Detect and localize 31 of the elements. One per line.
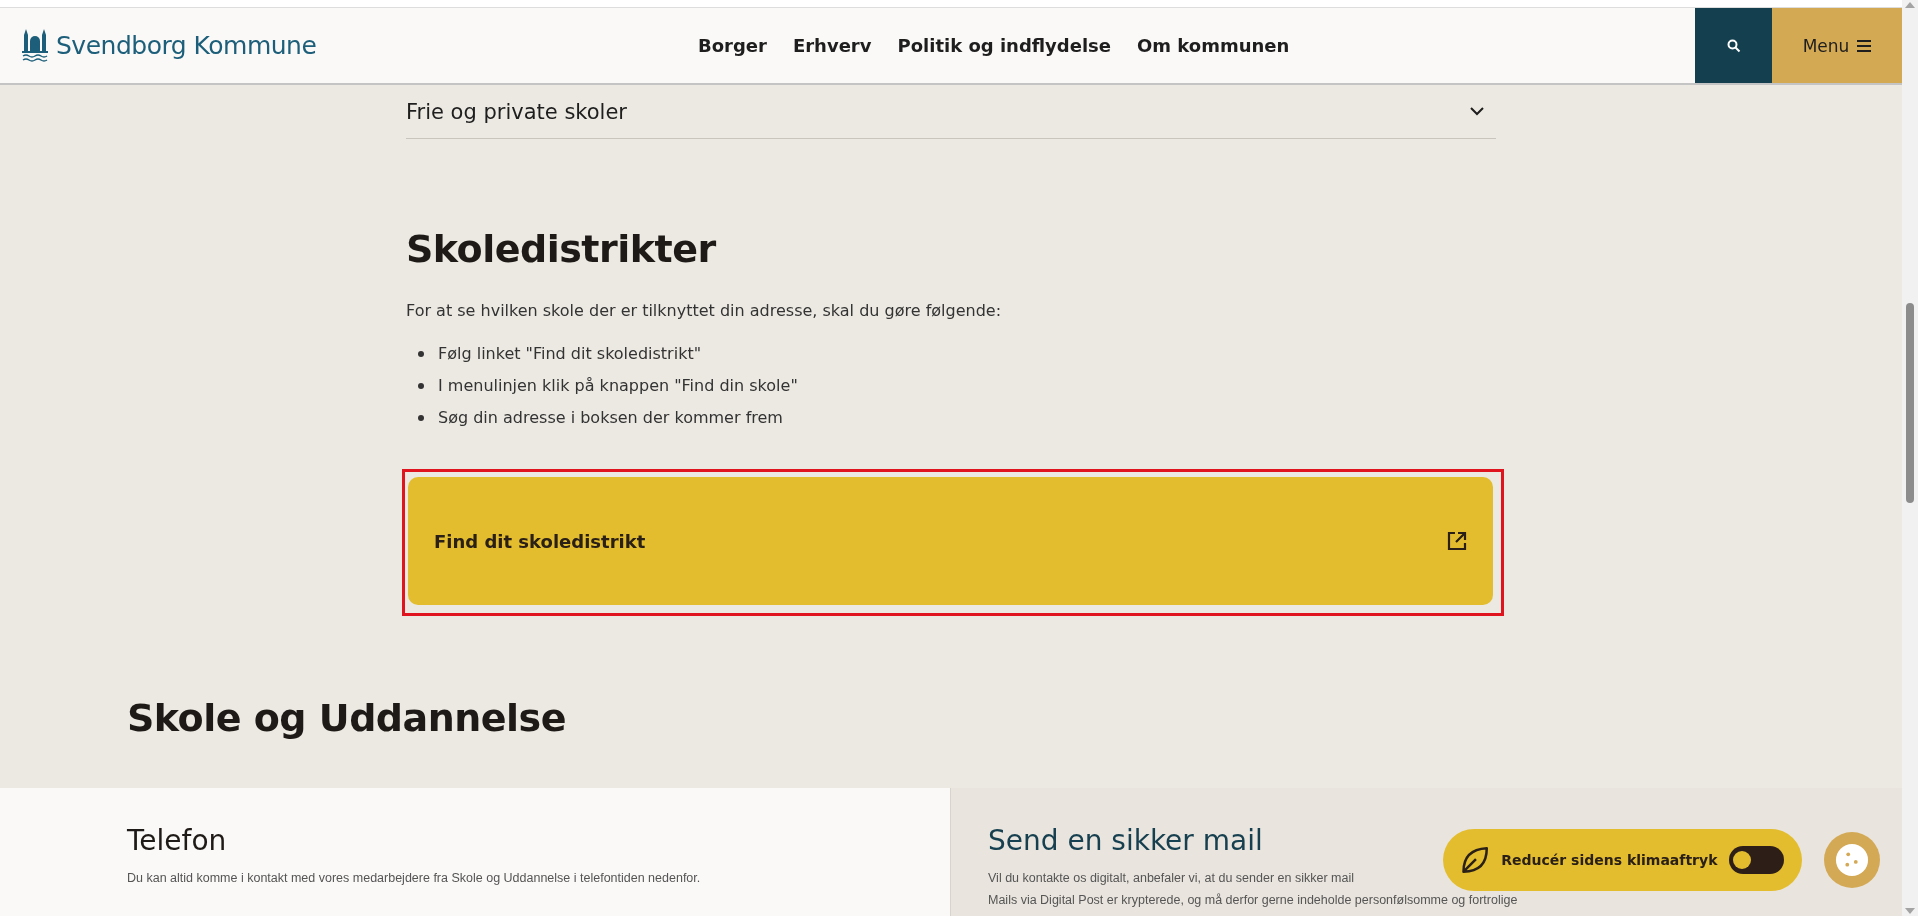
contact-heading: Skole og Uddannelse bbox=[127, 696, 567, 740]
card-text: Du kan altid komme i kontakt med vores medarbejdere fra Skole og Uddannelse i telefontiden nedenfor. bbox=[127, 871, 702, 885]
bullet-dot bbox=[418, 414, 424, 421]
climate-label: Reducér sidens klimaaftryk bbox=[1501, 852, 1718, 868]
nav-link[interactable]: Erhverv bbox=[792, 35, 872, 56]
external-link-icon bbox=[1447, 531, 1467, 551]
search-icon bbox=[1726, 38, 1741, 53]
bullet-dot bbox=[418, 382, 424, 389]
card-title: Telefon bbox=[127, 824, 228, 857]
site-logo[interactable]: Svendborg Kommune bbox=[56, 31, 317, 60]
climate-switch[interactable] bbox=[1729, 846, 1784, 874]
nav-link[interactable]: Politik og indflydelse bbox=[897, 35, 1112, 56]
intro-text: For at se hvilken skole der er tilknyttet din adresse, skal du gøre følgende: bbox=[406, 301, 1003, 320]
nav-link[interactable]: Borger bbox=[698, 35, 767, 56]
card-text: Mails via Digital Post er krypterede, og må derfor gerne indeholde personfølsomme og fortrolige bbox=[988, 893, 1519, 907]
cookie-icon bbox=[1835, 843, 1869, 877]
chevron-icon bbox=[1470, 107, 1484, 116]
step-text: Følg linket "Find dit skoledistrikt" bbox=[438, 344, 702, 363]
scrollbar[interactable] bbox=[1902, 0, 1918, 916]
card-text: Vil du kontakte os digitalt, anbefaler vi, at du sender en sikker mail bbox=[988, 871, 1355, 885]
step-text: I menulinjen klik på knappen "Find din skole" bbox=[438, 376, 798, 395]
skoledistrikt-link[interactable]: Find dit skoledistrikt bbox=[408, 477, 1493, 605]
menu-button[interactable]: Menu bbox=[1772, 8, 1902, 83]
accordion-header[interactable]: Frie og private skoler bbox=[406, 85, 1496, 139]
menu-icon bbox=[1857, 39, 1872, 52]
bullet-dot bbox=[418, 350, 424, 357]
section-heading: Skoledistrikter bbox=[406, 227, 717, 271]
card-title: Send en sikker mail bbox=[988, 824, 1264, 857]
nav-link[interactable]: Om kommunen bbox=[1137, 35, 1290, 56]
logo-icon bbox=[22, 28, 48, 63]
step-text: Søg din adresse i boksen der kommer frem bbox=[438, 408, 783, 427]
